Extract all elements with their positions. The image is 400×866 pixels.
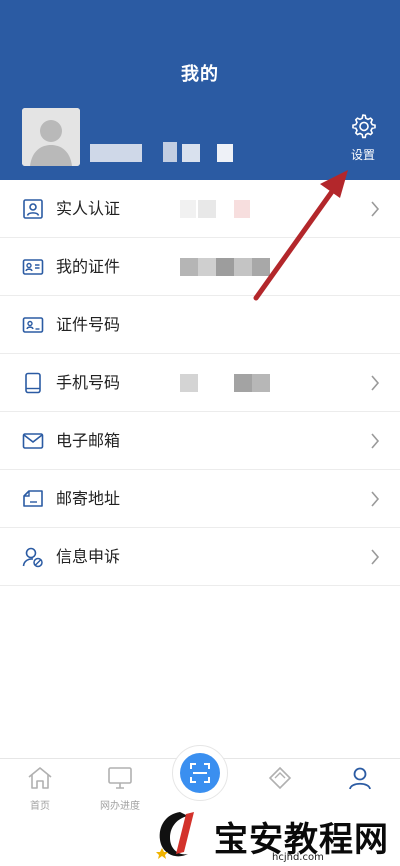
nav-item-mine[interactable]: [320, 765, 400, 797]
user-icon: [349, 767, 371, 790]
diamond-icon: [268, 766, 292, 790]
watermark-url: hcjhd.com: [272, 852, 324, 863]
nav-item-home[interactable]: 首页: [0, 765, 80, 812]
nav-label: 首页: [30, 801, 50, 812]
site-watermark: 宝安教程网 hcjhd.com: [150, 808, 400, 866]
nav-item-services[interactable]: [240, 765, 320, 797]
scan-button-fill: [180, 753, 220, 793]
watermark-logo-icon: [156, 812, 194, 859]
annotation-arrow: [253, 170, 348, 301]
monitor-icon: [108, 767, 132, 789]
home-icon: [28, 767, 52, 789]
scan-button[interactable]: [172, 745, 228, 801]
nav-label: 网办进度: [100, 801, 140, 812]
nav-item-progress[interactable]: 网办进度: [80, 765, 160, 812]
scan-icon: [190, 763, 210, 783]
